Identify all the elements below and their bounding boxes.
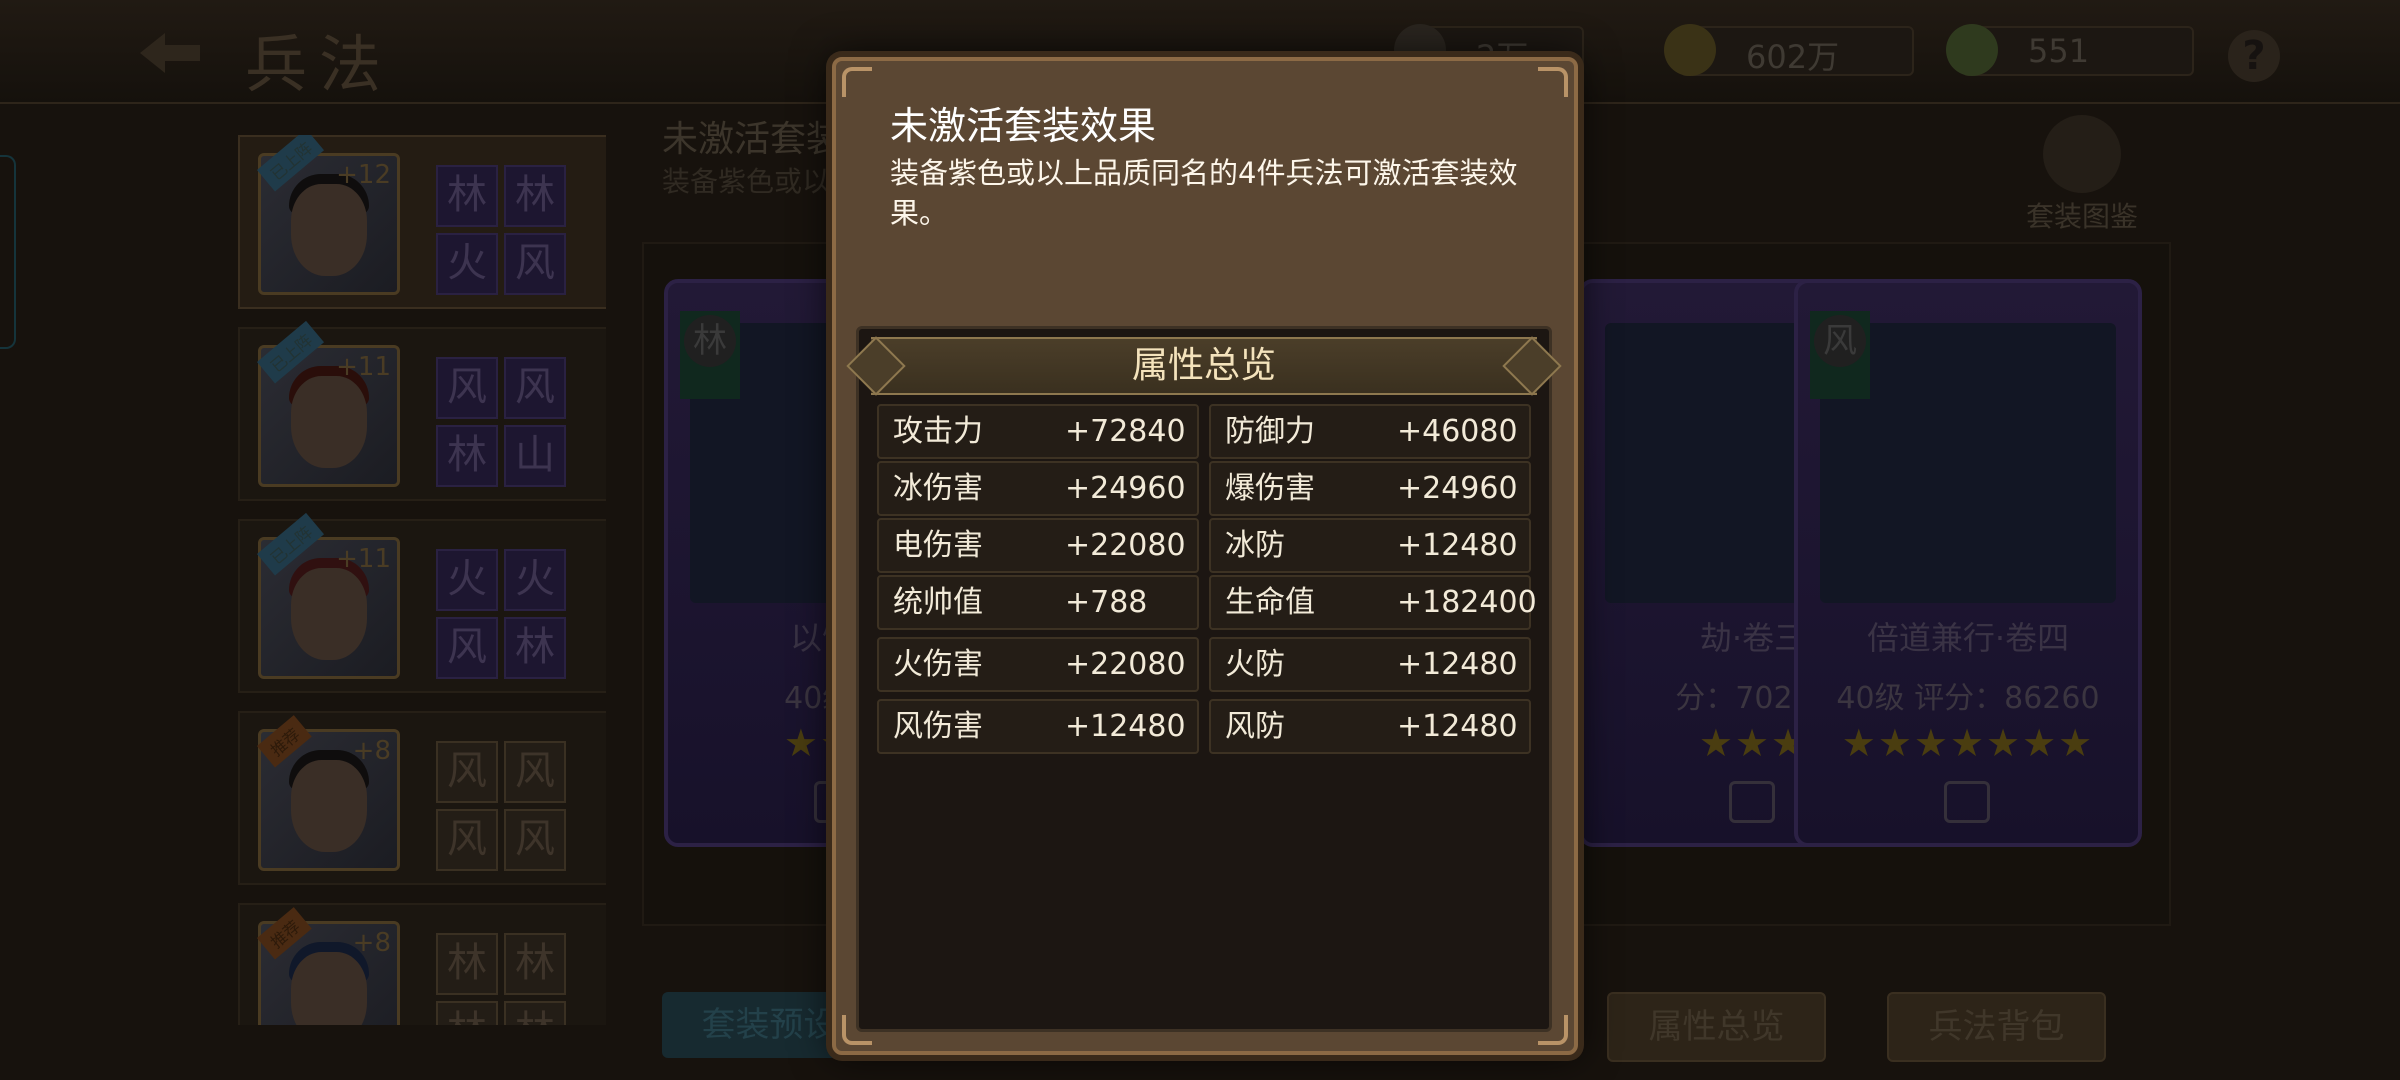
stat-wind-damage: 风伤害 +12480 (877, 699, 1199, 754)
stat-fire-defense: 火防 +12480 (1209, 637, 1531, 692)
stat-ice-defense: 冰防 +12480 (1209, 518, 1531, 573)
stat-electric-damage: 电伤害 +22080 (877, 518, 1199, 573)
section-banner: 属性总览 (871, 337, 1537, 395)
stat-attack: 攻击力 +72840 (877, 404, 1199, 459)
stat-command: 统帅值 +788 (877, 575, 1199, 630)
stat-ice-damage: 冰伤害 +24960 (877, 461, 1199, 516)
modal-title: 未激活套装效果 (890, 104, 1157, 148)
stat-hp: 生命值 +182400 (1209, 575, 1537, 630)
frame-corner (842, 67, 872, 97)
frame-corner (1538, 67, 1568, 97)
stat-wind-defense: 风防 +12480 (1209, 699, 1531, 754)
stat-crit-damage: 爆伤害 +24960 (1209, 461, 1531, 516)
attribute-panel: 属性总览 攻击力 +72840 防御力 +46080 冰伤害 +24960 爆伤… (856, 326, 1552, 1032)
section-title: 属性总览 (1131, 345, 1276, 386)
stat-defense: 防御力 +46080 (1209, 404, 1531, 459)
stat-fire-damage: 火伤害 +22080 (877, 637, 1199, 692)
modal-description: 装备紫色或以上品质同名的4件兵法可激活套装效果。 (890, 156, 1518, 230)
set-effect-modal: 未激活套装效果 装备紫色或以上品质同名的4件兵法可激活套装效果。 属性总览 攻击… (832, 57, 1578, 1055)
